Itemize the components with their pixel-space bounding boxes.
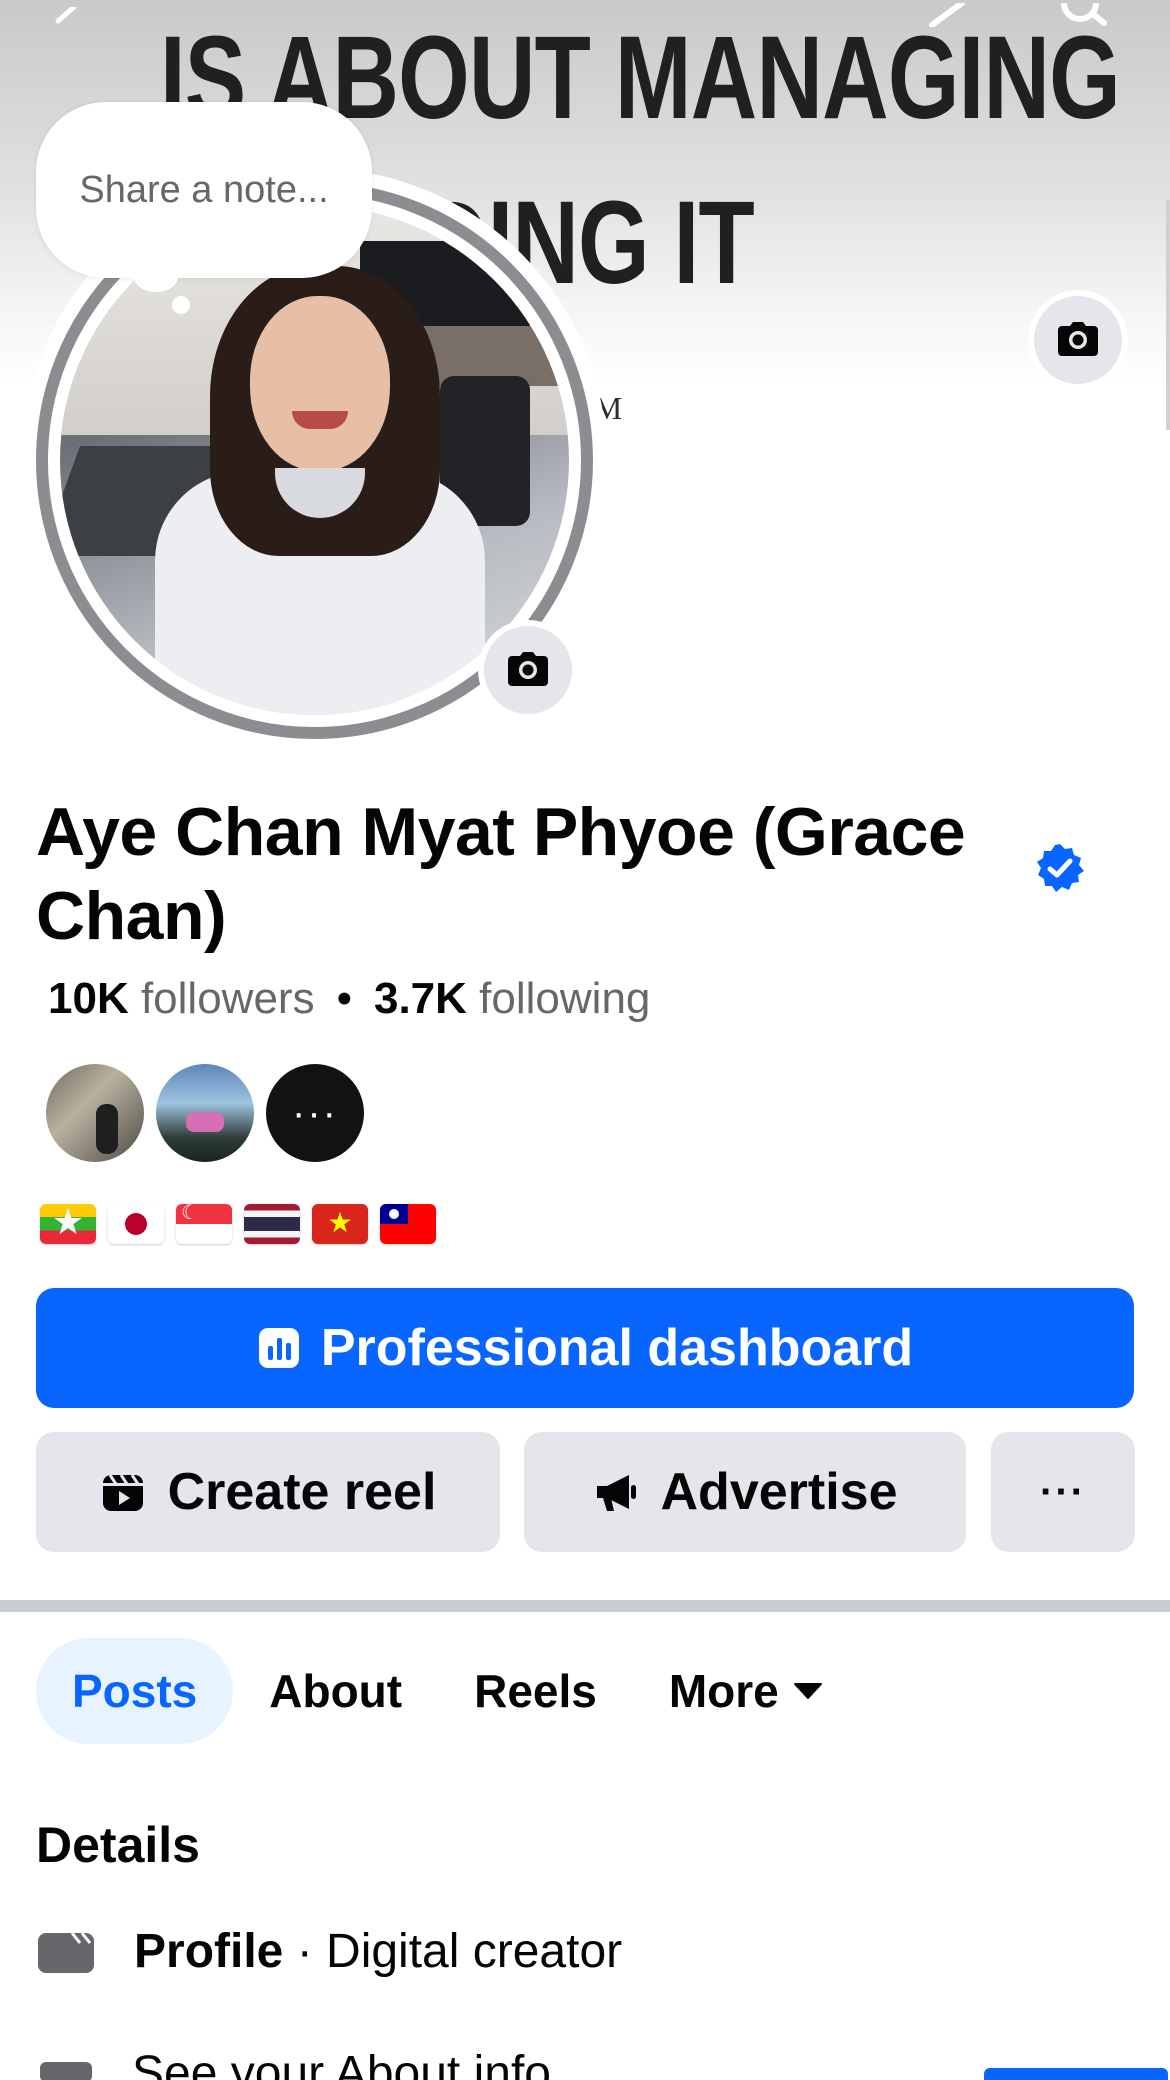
tab-label: Posts xyxy=(72,1665,198,1717)
tab-label: More xyxy=(668,1665,779,1717)
ellipsis-icon: ··· xyxy=(292,1090,338,1135)
featured-item[interactable] xyxy=(156,1064,254,1162)
taiwan-flag-icon xyxy=(380,1204,436,1244)
clapperboard-icon xyxy=(38,1931,94,1973)
see-about-info-link[interactable]: See your About info xyxy=(132,2046,551,2080)
info-icon xyxy=(40,2062,92,2080)
details-heading: Details xyxy=(36,1817,200,1873)
detail-row-profile: Profile · Digital creator xyxy=(36,1924,622,1979)
share-note-bubble[interactable]: Share a note... xyxy=(36,102,372,278)
edit-pencil-icon[interactable] xyxy=(922,0,982,28)
avatar-camera-button[interactable] xyxy=(478,620,578,720)
featured-more-button[interactable]: ··· xyxy=(266,1064,364,1162)
profile-category: Profile · Digital creator xyxy=(134,1924,622,1979)
camera-icon xyxy=(508,652,548,686)
myanmar-flag-icon xyxy=(40,1204,96,1244)
profile-category-label: Profile xyxy=(134,1925,284,1978)
featured-collections: ··· xyxy=(46,1064,364,1162)
camera-icon xyxy=(1058,322,1098,356)
advertise-label: Advertise xyxy=(660,1463,898,1521)
stats-separator: • xyxy=(336,974,352,1023)
tab-label: Reels xyxy=(474,1665,597,1717)
tab-reels[interactable]: Reels xyxy=(438,1638,633,1744)
profile-category-value: · Digital creator xyxy=(283,1925,623,1978)
ellipsis-icon: ··· xyxy=(1040,1469,1086,1514)
section-divider xyxy=(0,1600,1170,1612)
followers-count: 10K xyxy=(48,974,129,1023)
singapore-flag-icon xyxy=(176,1204,232,1244)
follow-stats: 10K followers • 3.7K following xyxy=(48,974,650,1024)
tab-label: About xyxy=(269,1665,403,1717)
share-note-placeholder: Share a note... xyxy=(79,168,329,211)
tab-about[interactable]: About xyxy=(233,1638,438,1744)
caret-down-icon xyxy=(793,1683,822,1699)
followers-label: followers xyxy=(140,974,315,1023)
verified-badge-icon[interactable] xyxy=(1034,842,1086,894)
following-count: 3.7K xyxy=(373,974,467,1023)
more-options-button[interactable]: ··· xyxy=(991,1432,1135,1552)
reel-icon xyxy=(102,1474,143,1511)
profile-name: Aye Chan Myat Phyoe (Grace Chan) xyxy=(36,794,966,954)
search-icon[interactable] xyxy=(1056,0,1116,26)
japan-flag-icon xyxy=(108,1204,164,1244)
thailand-flag-icon xyxy=(244,1204,300,1244)
professional-dashboard-button[interactable]: Professional dashboard xyxy=(36,1288,1134,1408)
advertise-button[interactable]: Advertise xyxy=(524,1432,966,1552)
vietnam-flag-icon xyxy=(312,1204,368,1244)
edit-details-button[interactable] xyxy=(984,2068,1168,2080)
megaphone-icon xyxy=(596,1475,636,1511)
followers-link[interactable]: 10K followers xyxy=(48,974,315,1023)
cover-camera-button[interactable] xyxy=(1028,290,1128,390)
back-arrow-icon[interactable] xyxy=(44,0,104,24)
cover-edge-divider xyxy=(1166,200,1170,430)
create-reel-label: Create reel xyxy=(167,1463,437,1521)
following-label: following xyxy=(479,974,651,1023)
tab-posts[interactable]: Posts xyxy=(36,1638,234,1744)
note-bubble-tail xyxy=(134,262,178,292)
note-bubble-tail xyxy=(172,296,190,314)
following-link[interactable]: 3.7K following xyxy=(374,974,650,1023)
dashboard-chart-icon xyxy=(258,1328,299,1368)
profile-tabs: Posts About Reels More xyxy=(36,1638,859,1744)
create-reel-button[interactable]: Create reel xyxy=(36,1432,500,1552)
tab-more[interactable]: More xyxy=(633,1638,859,1744)
featured-item[interactable] xyxy=(46,1064,144,1162)
profile-name-block: Aye Chan Myat Phyoe (Grace Chan) xyxy=(36,790,1036,958)
professional-dashboard-label: Professional dashboard xyxy=(320,1319,914,1377)
bio-flags xyxy=(40,1204,436,1244)
